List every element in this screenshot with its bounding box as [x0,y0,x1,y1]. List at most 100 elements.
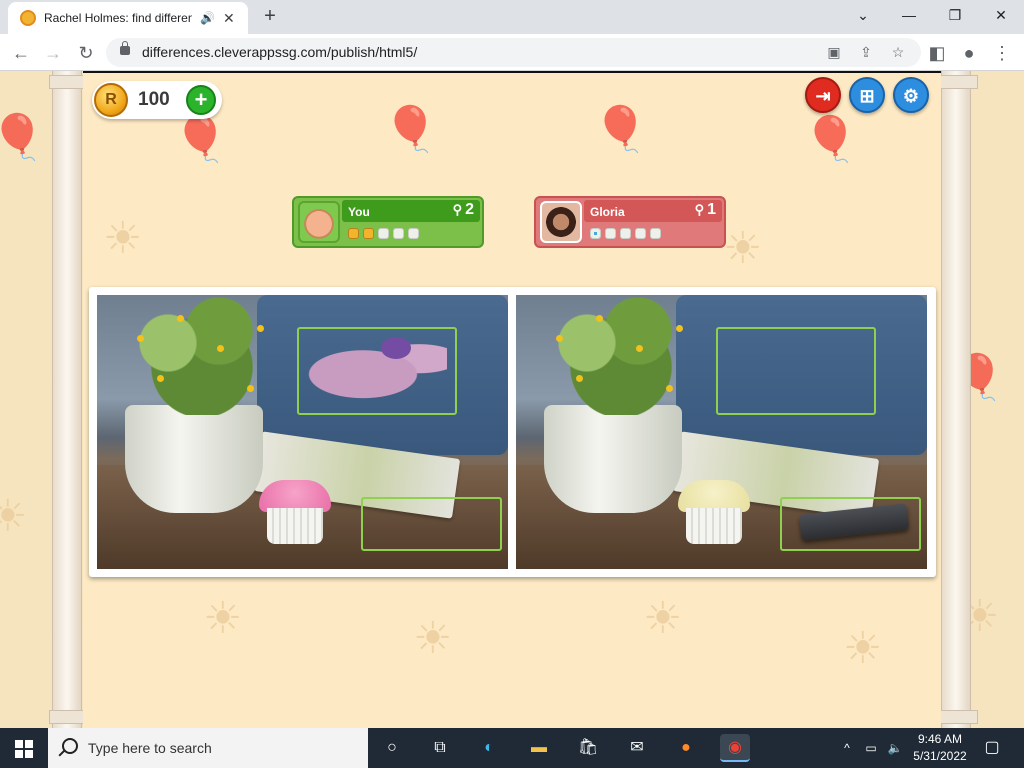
flower-pot [125,405,263,513]
levels-menu-button[interactable]: ⊞ [849,77,885,113]
flower [666,385,673,392]
flower-pot [544,405,682,513]
left-pillar [49,71,89,728]
firefox-icon[interactable]: ● [671,734,701,762]
player-score: ⚲ 2 [452,201,474,218]
left-picture[interactable] [97,295,508,569]
magnifier-icon: ⚲ [694,202,705,217]
right-picture[interactable] [516,295,927,569]
profile-icon[interactable]: ● [956,40,982,66]
avatar [540,201,582,243]
balloon-decoration-icon: 🎈 [383,105,438,154]
game-viewport: 🎈 🎈 ☀ ☀ 🎈 🎈 🎈 🎈 ☀ ☀ ☀ ☀ ☀ ☀ R 100 + ⇥ ⊞ … [0,71,1024,728]
balloon-decoration-icon: 🎈 [803,115,858,164]
lock-icon[interactable] [120,41,130,55]
close-window-button[interactable]: ✕ [978,0,1024,30]
chrome-icon[interactable]: ◉ [720,734,750,762]
file-explorer-icon[interactable]: ▬ [524,734,554,762]
task-view-icon[interactable]: ⧉ [425,734,455,762]
add-coins-button[interactable]: + [186,85,216,115]
found-progress [590,228,661,239]
sidebar-icon[interactable]: ◧ [924,40,950,66]
sun-decoration-icon: ☀ [0,492,28,541]
empty-dot [635,228,646,239]
network-icon[interactable]: ▭ [860,728,882,768]
player-name: Gloria [590,205,625,219]
flower [137,335,144,342]
coin-icon: R [94,83,128,117]
search-icon [62,738,78,754]
flower [596,315,603,322]
mail-icon[interactable]: ✉ [622,734,652,762]
empty-dot [605,228,616,239]
sun-decoration-icon: ☀ [723,224,763,273]
flower [676,325,683,332]
coin-count: 100 [138,89,170,110]
clock-date: 5/31/2022 [913,749,967,763]
player-header: Gloria ⚲ 1 [584,200,722,222]
audio-icon[interactable]: 🔊 [200,11,215,25]
found-difference-marker [780,497,921,551]
taskbar-search[interactable]: Type here to search [48,728,368,768]
flower [576,375,583,382]
restore-button[interactable]: ❐ [932,0,978,30]
cast-icon[interactable]: ▣ [824,42,844,62]
player-card-you: You ⚲ 2 [292,196,484,248]
empty-dot [378,228,389,239]
flower [247,385,254,392]
cortana-icon[interactable]: ○ [377,734,407,762]
found-difference-marker [361,497,502,551]
taskbar-search-placeholder[interactable]: Type here to search [88,740,212,756]
minimize-button[interactable]: — [886,0,932,30]
tray-chevron-icon[interactable]: ^ [838,728,856,768]
sun-decoration-icon: ☀ [413,614,453,663]
close-tab-icon[interactable]: ✕ [223,10,235,27]
forward-button[interactable]: → [40,40,66,66]
start-button[interactable] [0,728,48,768]
volume-icon[interactable]: 🔈 [884,728,906,768]
edge-browser-icon[interactable]: ◐ [474,734,504,762]
new-tab-button[interactable]: + [258,4,282,28]
share-icon[interactable]: ⇪ [856,42,876,62]
settings-gear-icon[interactable]: ⚙ [893,77,929,113]
player-card-opponent: Gloria ⚲ 1 [534,196,726,248]
address-bar[interactable]: differences.cleverappssg.com/publish/htm… [106,38,921,67]
store-icon[interactable]: 🛍 [573,734,603,762]
system-clock[interactable]: 9:46 AM 5/31/2022 [908,731,972,765]
player-score: ⚲ 1 [694,201,716,218]
sun-decoration-icon: ☀ [843,624,883,673]
found-dot [363,228,374,239]
sun-decoration-icon: ☀ [203,594,243,643]
player-name: You [348,205,370,219]
tab-title: Rachel Holmes: find differen [44,11,192,25]
flower [556,335,563,342]
reload-button[interactable]: ↻ [73,40,99,66]
found-dot [348,228,359,239]
coin-counter: R 100 + [92,81,222,119]
browser-tab[interactable]: Rachel Holmes: find differen 🔊 ✕ [8,2,248,34]
balloon-decoration-icon: 🎈 [0,113,45,162]
empty-dot [393,228,404,239]
url-text[interactable]: differences.cleverappssg.com/publish/htm… [142,44,417,60]
flower [636,345,643,352]
magnifier-icon: ⚲ [452,202,463,217]
balloon-decoration-icon: 🎈 [593,105,648,154]
picture-board [89,287,936,577]
flower [257,325,264,332]
tab-search-chevron-icon[interactable]: ⌄ [840,0,886,30]
browser-toolbar: ← → ↻ differences.cleverappssg.com/publi… [0,34,1024,71]
back-button[interactable]: ← [8,40,34,66]
sun-decoration-icon: ☀ [643,594,683,643]
notifications-icon[interactable]: ▢ [980,728,1004,768]
bookmark-star-icon[interactable]: ☆ [888,42,908,62]
found-progress [348,228,419,239]
clock-time: 9:46 AM [917,732,963,746]
balloon-decoration-icon: 🎈 [173,115,228,164]
found-dot [590,228,601,239]
found-difference-marker [297,327,457,415]
player-header: You ⚲ 2 [342,200,480,222]
menu-icon[interactable]: ⋮ [989,40,1015,66]
site-favicon-icon [20,10,36,26]
exit-game-button[interactable]: ⇥ [805,77,841,113]
flower [217,345,224,352]
